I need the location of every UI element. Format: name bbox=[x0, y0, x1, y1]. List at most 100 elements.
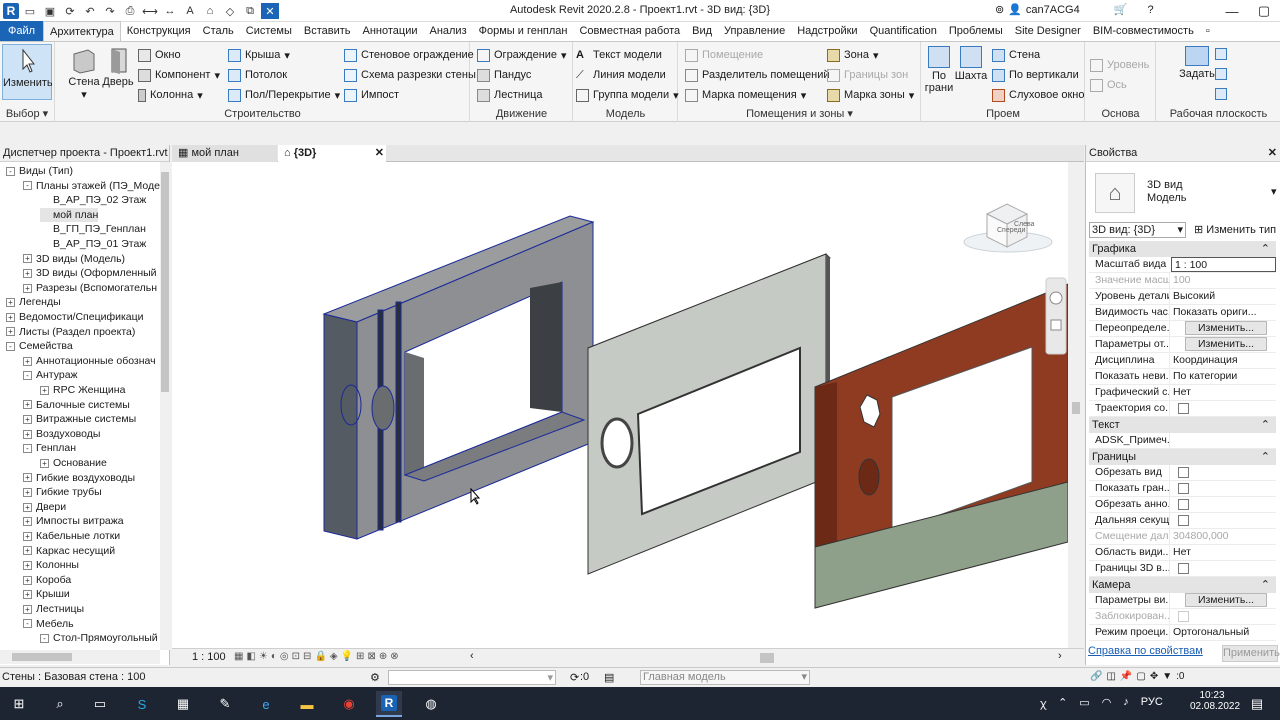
crop-visible-checkbox[interactable] bbox=[1178, 482, 1189, 494]
design-options-icon[interactable]: ▤ bbox=[604, 671, 614, 684]
select-by-face-icon[interactable]: ▢ bbox=[1136, 671, 1145, 682]
tab-floor-plan[interactable]: ▦ мой план bbox=[172, 145, 277, 162]
set-workplane-button[interactable]: Задать bbox=[1175, 44, 1219, 100]
browser-item[interactable]: + Разрезы (Вспомогательн bbox=[23, 281, 157, 296]
browser-vscroll[interactable] bbox=[160, 162, 170, 650]
dormer-button[interactable]: Слуховое окно bbox=[992, 86, 1085, 104]
section-extents[interactable]: Границы ⌃ bbox=[1089, 449, 1276, 465]
collapse-icon[interactable]: - bbox=[40, 633, 49, 643]
collapse-icon[interactable]: - bbox=[23, 444, 32, 454]
detail-level-icon[interactable]: ▦ bbox=[234, 651, 243, 662]
tab-bim-interop[interactable]: BIM-совместимость bbox=[1087, 21, 1200, 41]
expand-icon[interactable]: + bbox=[23, 546, 32, 556]
sketch-app-icon[interactable]: ✎ bbox=[212, 691, 238, 717]
prop-detail-level[interactable]: Уровень детали...Высокий bbox=[1089, 289, 1276, 305]
prop-show-hidden[interactable]: Показать неви... По категории bbox=[1089, 369, 1276, 385]
tab-collaborate[interactable]: Совместная работа bbox=[573, 21, 686, 41]
browser-item[interactable]: + Аннотационные обознач bbox=[23, 354, 156, 369]
browser-item[interactable]: + Крыши bbox=[23, 587, 70, 602]
browser-item[interactable]: + Гибкие трубы bbox=[23, 485, 102, 500]
expand-icon[interactable]: + bbox=[23, 400, 32, 410]
browser-item[interactable]: + Балочные системы bbox=[23, 398, 130, 413]
type-selector[interactable]: ⌂ 3D вид Модель ▾ bbox=[1089, 165, 1277, 221]
file-explorer-icon[interactable]: ▬ bbox=[294, 691, 320, 717]
recorder-icon[interactable]: ◍ bbox=[418, 691, 444, 717]
filter-icon[interactable]: ▼ bbox=[1162, 671, 1172, 682]
tab-manage[interactable]: Управление bbox=[718, 21, 791, 41]
room-button[interactable]: Помещение bbox=[685, 46, 763, 64]
browser-item[interactable]: - Планы этажей (ПЭ_Моде bbox=[23, 179, 160, 194]
select-links-icon[interactable]: 🔗 bbox=[1090, 671, 1102, 682]
edge-icon[interactable]: e bbox=[253, 691, 279, 717]
expand-icon[interactable]: + bbox=[40, 385, 49, 395]
analytical-icon[interactable]: ⊕ bbox=[379, 651, 387, 662]
prop-discipline[interactable]: Дисциплина Координация bbox=[1089, 353, 1276, 369]
show-workplane-icon[interactable] bbox=[1215, 48, 1227, 60]
render-edit-button[interactable]: Изменить... bbox=[1185, 593, 1267, 607]
editing-requests-icon[interactable]: ⟳ bbox=[570, 671, 579, 684]
door-button[interactable]: Дверь bbox=[96, 44, 140, 100]
tab-quantification[interactable]: Quantification bbox=[864, 21, 943, 41]
column-button[interactable]: Колонна ▾ bbox=[138, 86, 203, 104]
browser-item[interactable]: +3D виды (Оформленный bbox=[23, 266, 157, 281]
tab-insert[interactable]: Вставить bbox=[298, 21, 357, 41]
wall-opening-button[interactable]: Стена bbox=[992, 46, 1040, 64]
browser-item[interactable]: + Листы (Раздел проекта) bbox=[6, 325, 135, 340]
chevron-up-icon[interactable]: ⌃ bbox=[1058, 696, 1067, 711]
model-text-button[interactable]: A Текст модели bbox=[576, 46, 662, 64]
curtain-grid-button[interactable]: Схема разрезки стены bbox=[344, 66, 476, 84]
collapse-icon[interactable]: - bbox=[6, 166, 15, 176]
properties-help-link[interactable]: Справка по свойствам bbox=[1088, 645, 1203, 657]
section-box-checkbox[interactable] bbox=[1178, 562, 1189, 574]
tab-3d-view[interactable]: ⌂ {3D} ✕ bbox=[278, 145, 386, 162]
vertical-opening-button[interactable]: По вертикали bbox=[992, 66, 1079, 84]
expand-icon[interactable]: + bbox=[23, 429, 32, 439]
opening-by-face-button[interactable]: По грани bbox=[922, 44, 956, 100]
model-canvas[interactable]: Спереди Слева bbox=[172, 162, 1069, 648]
clock[interactable]: 10:23 02.08.2022 bbox=[1190, 690, 1240, 712]
room-panel-label[interactable]: Помещения и зоны ▾ bbox=[679, 107, 920, 120]
zone-button[interactable]: Зона ▾ bbox=[827, 46, 879, 64]
browser-item[interactable]: - Генплан bbox=[23, 441, 76, 456]
battery-icon[interactable]: ▭ bbox=[1079, 696, 1089, 711]
tab-massing[interactable]: Формы и генплан bbox=[473, 21, 574, 41]
select-pinned-icon[interactable]: 📌 bbox=[1120, 671, 1132, 682]
constraints-icon[interactable]: ⊗ bbox=[390, 651, 398, 662]
model-group-button[interactable]: Группа модели ▾ bbox=[576, 86, 679, 104]
collapse-icon[interactable]: - bbox=[23, 181, 32, 191]
browser-item[interactable]: + Витражные системы bbox=[23, 412, 136, 427]
browser-item[interactable]: +3D виды (Модель) bbox=[23, 252, 125, 267]
prop-graphic-display[interactable]: Графический с... Нет bbox=[1089, 385, 1276, 401]
floor-button[interactable]: Пол/Перекрытие ▾ bbox=[228, 86, 340, 104]
browser-item[interactable]: В_АР_ПЭ_01 Этаж bbox=[40, 237, 146, 252]
expand-icon[interactable]: + bbox=[23, 604, 32, 614]
tab-architecture[interactable]: Архитектура bbox=[43, 21, 121, 41]
tab-structure[interactable]: Конструкция bbox=[121, 21, 197, 41]
browser-item[interactable]: - Виды (Тип) bbox=[6, 164, 73, 179]
instance-filter[interactable]: 3D вид: {3D} ▾ bbox=[1089, 222, 1186, 238]
browser-item[interactable]: мой план bbox=[40, 207, 99, 223]
expand-icon[interactable]: + bbox=[23, 283, 32, 293]
expand-icon[interactable]: + bbox=[23, 487, 32, 497]
select-panel-label[interactable]: Выбор ▾ bbox=[0, 107, 54, 120]
close-properties-icon[interactable]: ✕ bbox=[1268, 145, 1277, 162]
edit-type-button[interactable]: ⊞ Изменить тип bbox=[1194, 223, 1276, 236]
browser-item[interactable]: + Каркас несущий bbox=[23, 544, 115, 559]
zone-tag-button[interactable]: Марка зоны ▾ bbox=[827, 86, 914, 104]
browser-item[interactable]: - Семейства bbox=[6, 339, 73, 354]
user-name[interactable]: can7ACG4 bbox=[1026, 4, 1080, 16]
prop-parts-visibility[interactable]: Видимость час... Показать ориги... bbox=[1089, 305, 1276, 321]
view-cube[interactable]: Спереди Слева bbox=[963, 203, 1053, 253]
railing-button[interactable]: Ограждение ▾ bbox=[477, 46, 567, 64]
prop-adsk-note[interactable]: ADSK_Примеч... bbox=[1089, 433, 1276, 449]
close-tab-icon[interactable]: ✕ bbox=[375, 145, 384, 162]
ceiling-button[interactable]: Потолок bbox=[228, 66, 287, 84]
annotation-crop-checkbox[interactable] bbox=[1178, 498, 1189, 510]
cart-icon[interactable]: 🛒 bbox=[1114, 3, 1128, 16]
expand-icon[interactable]: + bbox=[23, 531, 32, 541]
collapse-icon[interactable]: - bbox=[23, 371, 32, 381]
roof-button[interactable]: Крыша ▾ bbox=[228, 46, 290, 64]
section-text[interactable]: Текст ⌃ bbox=[1089, 417, 1276, 433]
reveal-hidden-icon[interactable]: 💡 bbox=[341, 651, 353, 662]
wifi-icon[interactable]: ◠ bbox=[1102, 696, 1112, 711]
